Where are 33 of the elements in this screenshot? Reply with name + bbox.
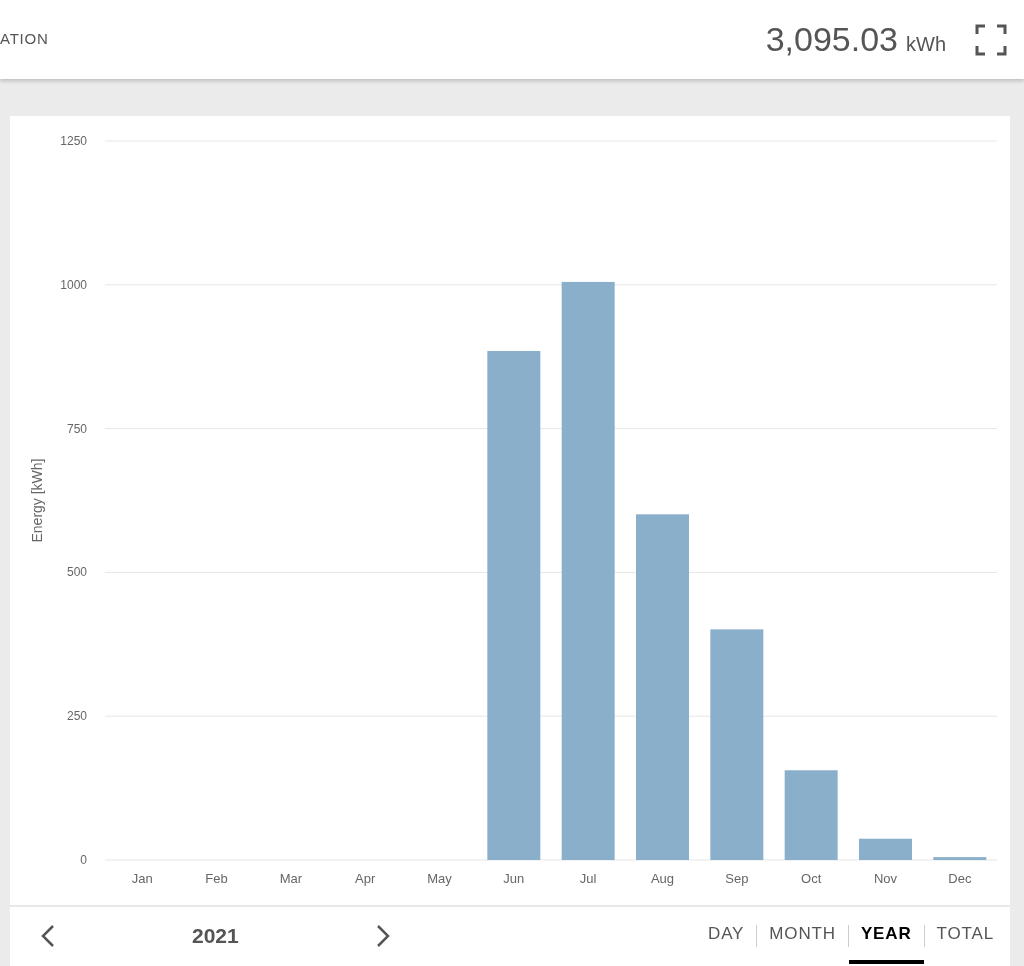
x-tick-label: Oct [801, 871, 822, 886]
chevron-left-icon [41, 923, 55, 948]
x-tick-label: Nov [873, 871, 898, 886]
y-tick-label: 1250 [60, 134, 87, 148]
y-axis-label: Energy [kWh] [29, 458, 45, 543]
period-tab[interactable]: TOTAL [924, 907, 1006, 964]
x-tick-label: Jun [503, 871, 525, 886]
bar [933, 857, 987, 860]
x-tick-label: Dec [948, 871, 972, 886]
page-title: ATION [0, 29, 49, 50]
y-tick-label: 500 [66, 565, 87, 580]
period-tab[interactable]: YEAR [848, 907, 924, 964]
x-tick-label: Jan [131, 871, 153, 886]
x-tick-label: Jul [579, 871, 597, 886]
y-tick-label: 0 [80, 853, 87, 867]
fullscreen-button[interactable] [974, 22, 1008, 57]
x-tick-label: Aug [650, 871, 675, 886]
total-energy: 3,095.03 [765, 19, 898, 60]
x-tick-label: Apr [355, 871, 376, 886]
period-tab[interactable]: DAY [696, 907, 757, 964]
period-tab[interactable]: MONTH [757, 907, 848, 964]
x-tick-label: Feb [205, 871, 228, 886]
energy-unit: kWh [906, 31, 946, 57]
y-tick-label: 750 [66, 421, 87, 436]
period-label: 2021 [192, 922, 239, 949]
y-tick-label: 1000 [60, 277, 87, 292]
y-tick-label: 250 [66, 709, 87, 724]
x-tick-label: Mar [279, 871, 303, 886]
chevron-right-icon [375, 923, 390, 948]
fullscreen-icon [975, 23, 1007, 56]
x-tick-label: May [427, 871, 452, 886]
x-tick-label: Sep [725, 871, 749, 886]
bar [859, 838, 912, 860]
